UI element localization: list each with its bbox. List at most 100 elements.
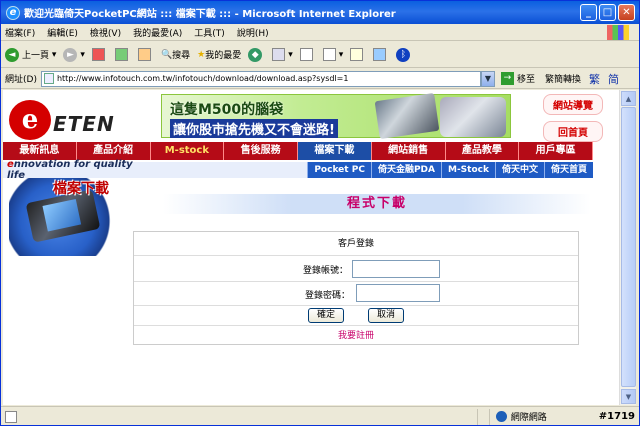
ie-logo-icon: e: [6, 5, 20, 20]
form-heading: 客戶登錄: [134, 232, 578, 256]
search-button[interactable]: 🔍 搜尋: [160, 48, 190, 62]
title-bar: e 歡迎光臨倚天PocketPC網站 ::: 檔案下載 ::: - Micros…: [1, 1, 639, 24]
edit-button[interactable]: ▾: [322, 48, 343, 61]
edit-icon: [322, 48, 336, 61]
bluetooth-icon: ᛒ: [396, 47, 411, 62]
convert-link[interactable]: 繁簡轉換: [545, 72, 581, 85]
nav-mstock[interactable]: M-stock: [151, 142, 225, 160]
browser-window: e 歡迎光臨倚天PocketPC網站 ::: 檔案下載 ::: - Micros…: [0, 0, 640, 426]
eten-logo[interactable]: e ETEN: [9, 100, 149, 140]
address-bar: 網址(D) http://www.infotouch.com.tw/infoto…: [1, 69, 639, 89]
page-content: e ETEN 這隻M500的腦袋 讓你股市搶先機又不會迷路! 網站導覽 回首頁 …: [3, 90, 619, 405]
menu-favorites[interactable]: 我的最愛(A): [133, 26, 182, 39]
zone-indicator: 網際網路: [488, 408, 599, 425]
menu-edit[interactable]: 編輯(E): [47, 26, 78, 39]
go-arrow-icon: →: [500, 72, 514, 85]
nav-tutorial[interactable]: 產品教學: [446, 142, 520, 160]
sub-nav: ennovation for quality life Pocket PC 倚天…: [3, 159, 593, 181]
status-cell: [476, 408, 489, 425]
pda-image: [374, 93, 440, 139]
favorites-button[interactable]: ★ 我的最愛: [197, 48, 241, 62]
ok-button[interactable]: 確定: [307, 308, 344, 323]
menu-view[interactable]: 檢視(V): [90, 26, 121, 39]
window-title: 歡迎光臨倚天PocketPC網站 ::: 檔案下載 ::: - Microsof…: [24, 9, 396, 20]
account-label: 登錄帳號：: [302, 266, 348, 276]
scroll-thumb[interactable]: [621, 107, 636, 387]
nav-members[interactable]: 用戶專區: [519, 142, 593, 160]
discuss-icon: [350, 48, 364, 61]
mail-icon: [272, 48, 286, 61]
traditional-button[interactable]: 繁: [589, 71, 600, 87]
stop-button[interactable]: [91, 48, 108, 61]
header-links: 網站導覽 回首頁: [543, 94, 603, 148]
nav-download[interactable]: 檔案下載: [298, 142, 372, 160]
cancel-button[interactable]: 取消: [368, 308, 405, 323]
simplified-button[interactable]: 简: [608, 71, 619, 87]
menu-file[interactable]: 檔案(F): [5, 26, 35, 39]
globe-icon: [495, 411, 507, 422]
page-title: 程式下載: [346, 196, 407, 211]
page-icon: [43, 73, 54, 84]
sub-links: Pocket PC 倚天金融PDA M-Stock 倚天中文 倚天首頁: [307, 162, 593, 178]
menu-tools[interactable]: 工具(T): [194, 26, 225, 39]
nav-products[interactable]: 產品介紹: [77, 142, 151, 160]
messenger-button[interactable]: [373, 48, 389, 61]
back-button[interactable]: ◄ 上一頁 ▾: [5, 47, 56, 62]
status-bar: 網際網路 #1719: [1, 406, 639, 425]
promo-banner[interactable]: 這隻M500的腦袋 讓你股市搶先機又不會迷路!: [161, 93, 511, 139]
mail-button[interactable]: ▾: [272, 48, 293, 61]
sublink-mstock[interactable]: M-Stock: [440, 162, 495, 178]
stop-icon: [91, 48, 105, 61]
maximize-button[interactable]: □: [599, 4, 616, 21]
go-button[interactable]: → 移至: [500, 72, 535, 85]
home-link[interactable]: 回首頁: [543, 121, 603, 142]
site-header: e ETEN 這隻M500的腦袋 讓你股市搶先機又不會迷路! 網站導覽 回首頁: [3, 90, 619, 142]
scroll-up-button[interactable]: ▲: [621, 91, 636, 106]
menu-help[interactable]: 說明(H): [237, 26, 269, 39]
home-button[interactable]: [137, 48, 154, 61]
login-form: 客戶登錄 登錄帳號： 登錄密碼： 確定 取消 我要註冊: [133, 231, 579, 345]
main-nav: 最新訊息 產品介紹 M-stock 售後服務 檔案下載 網站銷售 產品教學 用戶…: [3, 142, 593, 160]
media-button[interactable]: ◆: [248, 47, 265, 62]
address-dropdown-button[interactable]: ▼: [480, 70, 495, 87]
address-input[interactable]: http://www.infotouch.com.tw/infotouch/do…: [40, 70, 481, 87]
print-button[interactable]: [299, 48, 316, 61]
print-icon: [299, 48, 313, 61]
media-icon: ◆: [248, 47, 263, 62]
password-label: 登錄密碼：: [304, 291, 350, 301]
register-link[interactable]: 我要註冊: [134, 326, 578, 346]
sublink-pocketpc[interactable]: Pocket PC: [307, 162, 371, 178]
sublink-home[interactable]: 倚天首頁: [543, 162, 593, 178]
forward-button[interactable]: ► ▾: [63, 47, 85, 62]
sitemap-link[interactable]: 網站導覽: [543, 94, 603, 115]
sublink-chinese[interactable]: 倚天中文: [494, 162, 544, 178]
button-row: 確定 取消: [134, 306, 578, 326]
page-title-bar: 程式下載: [163, 194, 591, 214]
vertical-scrollbar[interactable]: ▲ ▼: [619, 90, 636, 405]
sublink-finance-pda[interactable]: 倚天金融PDA: [370, 162, 441, 178]
scroll-down-button[interactable]: ▼: [621, 389, 636, 404]
account-input[interactable]: [352, 260, 440, 278]
nav-sales[interactable]: 網站銷售: [372, 142, 446, 160]
forward-arrow-icon: ►: [63, 47, 78, 62]
minimize-button[interactable]: _: [580, 4, 597, 21]
discuss-button[interactable]: [350, 48, 366, 61]
star-icon: ★: [197, 49, 206, 60]
toolbar: ◄ 上一頁 ▾ ► ▾ 🔍 搜尋 ★ 我的最愛 ◆ ▾ ▾ ᛒ: [1, 42, 639, 68]
account-row: 登錄帳號：: [134, 256, 578, 282]
refresh-button[interactable]: [114, 48, 131, 61]
windows-logo-icon: [607, 24, 629, 40]
section-label: 檔案下載: [53, 181, 109, 197]
page-status-icon: [5, 410, 17, 423]
back-arrow-icon: ◄: [5, 47, 19, 62]
search-icon: 🔍: [160, 49, 173, 60]
refresh-icon: [114, 48, 128, 61]
password-input[interactable]: [356, 284, 440, 302]
nav-service[interactable]: 售後服務: [224, 142, 298, 160]
home-icon: [137, 48, 151, 61]
messenger-icon: [373, 48, 387, 61]
nav-news[interactable]: 最新訊息: [3, 142, 77, 160]
bluetooth-button[interactable]: ᛒ: [396, 47, 413, 62]
logo-e-icon: e: [9, 100, 51, 140]
close-button[interactable]: ✕: [618, 4, 635, 21]
